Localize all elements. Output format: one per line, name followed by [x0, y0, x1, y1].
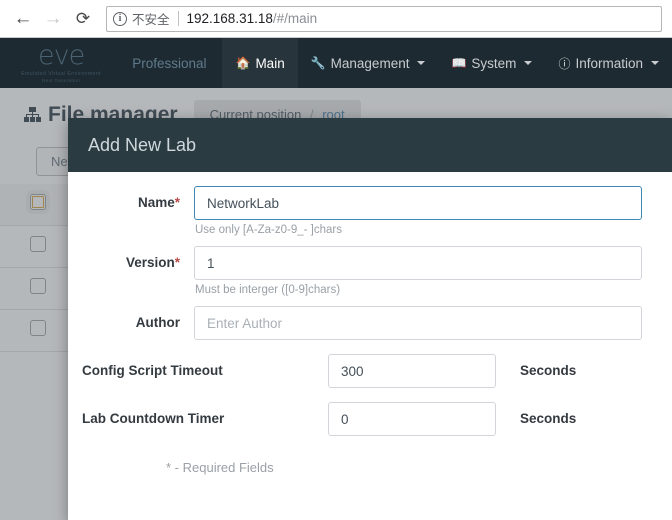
nav-item-system-label: System	[471, 55, 517, 71]
lab-countdown-timer-label: Lab Countdown Timer	[82, 411, 225, 426]
back-button[interactable]: ←	[8, 4, 38, 34]
nav-item-management-label: Management	[330, 55, 410, 71]
modal-title: Add New Lab	[88, 134, 197, 155]
book-icon: 📖	[451, 56, 467, 70]
eve-logo-wordmark: eve	[37, 39, 85, 71]
config-script-timeout-unit: Seconds	[520, 363, 577, 378]
config-script-timeout-field-col: 300	[248, 354, 496, 388]
info-circle-icon: ⓘ	[558, 56, 571, 71]
nav-item-information-label: Information	[575, 55, 643, 71]
nav-item-main[interactable]: 🏠 Main	[222, 38, 298, 88]
config-script-timeout-value: 300	[341, 363, 364, 379]
lab-countdown-timer-input[interactable]: 0	[328, 402, 496, 436]
name-field-col: NetworkLab Use only [A-Za-z0-9_- ]chars	[180, 186, 642, 242]
nav-item-management[interactable]: 🔧 Management	[298, 38, 439, 88]
chevron-down-icon	[651, 61, 659, 65]
nav-brand-professional: Professional	[132, 55, 207, 71]
author-label: Author	[135, 315, 180, 330]
forward-button[interactable]: →	[38, 4, 68, 34]
reload-icon[interactable]: ⟳	[68, 4, 98, 34]
field-row-name: Name* NetworkLab Use only [A-Za-z0-9_- ]…	[68, 186, 642, 242]
modal-header: Add New Lab	[68, 118, 672, 172]
version-help-text: Must be interger ([0-9]chars)	[195, 284, 341, 296]
field-row-version: Version* 1 Must be interger ([0-9]chars)	[68, 246, 642, 302]
name-label: Name*	[68, 186, 180, 210]
url-host: 192.168.31.18	[186, 11, 273, 26]
nav-item-information[interactable]: ⓘ Information	[545, 38, 672, 88]
app-navbar: eve Emulated Virtual Environment Next Ge…	[0, 38, 672, 88]
chevron-down-icon	[524, 61, 533, 65]
lab-countdown-timer-field-col: 0	[248, 402, 496, 436]
version-input-value: 1	[207, 255, 215, 271]
author-field-col: Enter Author	[180, 306, 642, 340]
lab-countdown-timer-value: 0	[341, 411, 349, 427]
name-help-text: Use only [A-Za-z0-9_- ]chars	[195, 224, 342, 236]
version-field-col: 1 Must be interger ([0-9]chars)	[180, 246, 642, 302]
version-input[interactable]: 1	[194, 246, 642, 280]
eve-logo[interactable]: eve Emulated Virtual Environment Next Ge…	[0, 38, 122, 88]
version-label-text: Version	[125, 255, 175, 270]
chevron-down-icon	[417, 61, 426, 65]
config-script-timeout-input[interactable]: 300	[328, 354, 496, 388]
address-bar[interactable]: i 不安全 192.168.31.18 /#/main	[106, 5, 662, 32]
security-info-icon[interactable]: i	[113, 11, 127, 26]
version-label: Version*	[68, 246, 180, 270]
home-icon: 🏠	[235, 56, 251, 70]
omnibox-divider	[177, 11, 179, 26]
name-label-text: Name	[137, 195, 175, 210]
navbar-items: Professional 🏠 Main 🔧 Management 📖 Syste…	[122, 38, 672, 88]
author-input-placeholder: Enter Author	[207, 315, 283, 331]
eve-logo-subtitle-2: Next Generation	[42, 77, 81, 83]
browser-toolbar: ← → ⟳ i 不安全 192.168.31.18 /#/main	[0, 0, 672, 38]
config-script-timeout-label: Config Script Timeout	[82, 363, 223, 378]
modal-body: Name* NetworkLab Use only [A-Za-z0-9_- ]…	[68, 172, 672, 475]
field-row-config-script-timeout: Config Script Timeout 300 Seconds	[68, 354, 642, 388]
field-row-author: Author Enter Author	[68, 306, 642, 340]
author-input[interactable]: Enter Author	[194, 306, 642, 340]
add-new-lab-modal: Add New Lab Name* NetworkLab Use only [A…	[68, 118, 672, 520]
nav-item-main-label: Main	[255, 55, 285, 71]
wrench-icon: 🔧	[310, 56, 326, 70]
field-row-lab-countdown-timer: Lab Countdown Timer 0 Seconds	[68, 402, 642, 436]
name-input-value: NetworkLab	[207, 195, 280, 211]
nav-item-system[interactable]: 📖 System	[438, 38, 545, 88]
url-path: /#/main	[272, 11, 318, 26]
security-label: 不安全	[132, 13, 170, 27]
eve-logo-subtitle-1: Emulated Virtual Environment	[21, 70, 101, 77]
lab-countdown-timer-unit: Seconds	[520, 411, 577, 426]
name-input[interactable]: NetworkLab	[194, 186, 642, 220]
required-fields-note: * - Required Fields	[166, 460, 274, 475]
